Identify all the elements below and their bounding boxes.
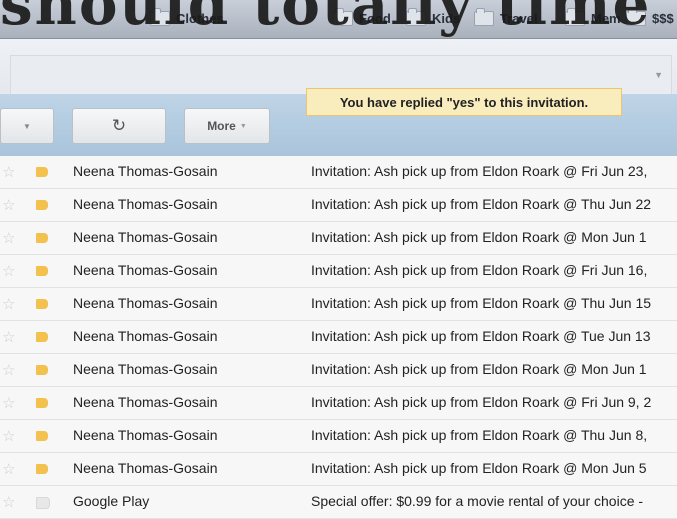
overlay-caption: should totally time [0, 0, 652, 38]
subject: Invitation: Ash pick up from Eldon Roark… [311, 394, 652, 410]
subject: Special offer: $0.99 for a movie rental … [311, 493, 644, 509]
sender: Neena Thomas-Gosain [73, 163, 218, 179]
star-icon[interactable]: ☆ [2, 229, 15, 247]
subject: Invitation: Ash pick up from Eldon Roark… [311, 163, 648, 179]
star-icon[interactable]: ☆ [2, 460, 15, 478]
label-icon[interactable] [36, 167, 48, 177]
star-icon[interactable]: ☆ [2, 394, 15, 412]
subject: Invitation: Ash pick up from Eldon Roark… [311, 262, 648, 278]
message-list: ☆ Neena Thomas-Gosain Invitation: Ash pi… [0, 156, 677, 519]
label-icon[interactable] [36, 497, 50, 509]
label-icon[interactable] [36, 200, 48, 210]
sender: Neena Thomas-Gosain [73, 460, 218, 476]
sender: Neena Thomas-Gosain [73, 328, 218, 344]
sender: Neena Thomas-Gosain [73, 262, 218, 278]
subject: Invitation: Ash pick up from Eldon Roark… [311, 328, 651, 344]
rsvp-notice: You have replied "yes" to this invitatio… [306, 88, 622, 116]
table-row[interactable]: ☆ Neena Thomas-Gosain Invitation: Ash pi… [0, 189, 677, 222]
label-icon[interactable] [36, 398, 48, 408]
star-icon[interactable]: ☆ [2, 163, 15, 181]
table-row[interactable]: ☆ Neena Thomas-Gosain Invitation: Ash pi… [0, 255, 677, 288]
chevron-down-icon[interactable]: ▼ [654, 70, 663, 80]
star-icon[interactable]: ☆ [2, 493, 15, 511]
label-icon[interactable] [36, 299, 48, 309]
subject: Invitation: Ash pick up from Eldon Roark… [311, 229, 647, 245]
subject: Invitation: Ash pick up from Eldon Roark… [311, 460, 647, 476]
sender: Neena Thomas-Gosain [73, 229, 218, 245]
subject: Invitation: Ash pick up from Eldon Roark… [311, 295, 652, 311]
star-icon[interactable]: ☆ [2, 328, 15, 346]
table-row[interactable]: ☆ Neena Thomas-Gosain Invitation: Ash pi… [0, 321, 677, 354]
sender: Neena Thomas-Gosain [73, 295, 218, 311]
label-icon[interactable] [36, 464, 48, 474]
table-row[interactable]: ☆ Neena Thomas-Gosain Invitation: Ash pi… [0, 354, 677, 387]
sender: Neena Thomas-Gosain [73, 427, 218, 443]
star-icon[interactable]: ☆ [2, 361, 15, 379]
label-icon[interactable] [36, 233, 48, 243]
sender: Neena Thomas-Gosain [73, 394, 218, 410]
refresh-icon: ↻ [111, 116, 127, 135]
table-row[interactable]: ☆ Neena Thomas-Gosain Invitation: Ash pi… [0, 222, 677, 255]
sender: Google Play [73, 493, 150, 509]
label-icon[interactable] [36, 266, 48, 276]
subject: Invitation: Ash pick up from Eldon Roark… [311, 427, 648, 443]
more-button[interactable]: More ▼ [184, 108, 270, 144]
table-row[interactable]: ☆ Neena Thomas-Gosain Invitation: Ash pi… [0, 453, 677, 486]
sender: Neena Thomas-Gosain [73, 361, 218, 377]
more-button-label: More [207, 119, 236, 133]
table-row[interactable]: ☆ Neena Thomas-Gosain Invitation: Ash pi… [0, 156, 677, 189]
table-row[interactable]: ☆ Neena Thomas-Gosain Invitation: Ash pi… [0, 288, 677, 321]
table-row[interactable]: ☆ Neena Thomas-Gosain Invitation: Ash pi… [0, 387, 677, 420]
chevron-down-icon: ▼ [239, 122, 247, 130]
star-icon[interactable]: ☆ [2, 262, 15, 280]
table-row[interactable]: ☆ Neena Thomas-Gosain Invitation: Ash pi… [0, 420, 677, 453]
subject: Invitation: Ash pick up from Eldon Roark… [311, 196, 652, 212]
star-icon[interactable]: ☆ [2, 295, 15, 313]
star-icon[interactable]: ☆ [2, 427, 15, 445]
sender: Neena Thomas-Gosain [73, 196, 218, 212]
refresh-button[interactable]: ↻ [72, 108, 166, 144]
chevron-down-icon: ▼ [23, 121, 31, 131]
star-icon[interactable]: ☆ [2, 196, 15, 214]
select-dropdown-button[interactable]: ▼ [0, 108, 54, 144]
label-icon[interactable] [36, 365, 48, 375]
label-icon[interactable] [36, 431, 48, 441]
subject: Invitation: Ash pick up from Eldon Roark… [311, 361, 647, 377]
table-row[interactable]: ☆ Google Play Special offer: $0.99 for a… [0, 486, 677, 519]
label-icon[interactable] [36, 332, 48, 342]
